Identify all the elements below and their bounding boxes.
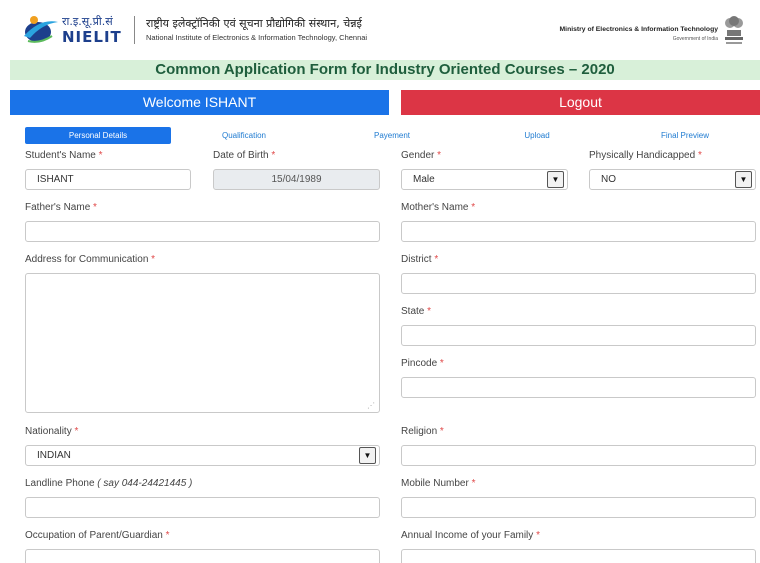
address-textarea[interactable]: ⋰: [25, 273, 380, 413]
logo-hindi-abbr: रा.इ.सू.प्री.सं: [62, 15, 113, 28]
required-marker: *: [536, 530, 540, 541]
resize-grip-icon[interactable]: ⋰: [367, 401, 375, 410]
site-header: रा.इ.सू.प्री.सं NIELIT राष्ट्रीय इलेक्ट्…: [0, 0, 760, 58]
national-emblem-icon: [725, 16, 743, 44]
district-label: District *: [401, 254, 438, 265]
ministry-name: Ministry of Electronics & Information Te…: [559, 26, 718, 33]
institute-name-english: National Institute of Electronics & Info…: [146, 33, 368, 42]
gender-label: Gender *: [401, 150, 441, 161]
tab-payment[interactable]: Payement: [356, 127, 428, 144]
occupation-label: Occupation of Parent/Guardian *: [25, 530, 170, 541]
handicapped-select[interactable]: NO ▼: [589, 169, 756, 190]
chevron-down-icon[interactable]: ▼: [547, 171, 564, 188]
gender-select-value: Male: [413, 174, 435, 185]
mobile-label: Mobile Number *: [401, 478, 476, 489]
required-marker: *: [439, 358, 444, 369]
mother-name-input[interactable]: [401, 221, 756, 242]
address-label: Address for Communication *: [25, 254, 155, 265]
required-marker: *: [697, 150, 702, 161]
pincode-label: Pincode *: [401, 358, 444, 369]
tab-qualification[interactable]: Qualification: [200, 127, 288, 144]
district-label-text: District: [401, 254, 432, 265]
landline-label-text: Landline Phone: [25, 478, 95, 489]
state-input[interactable]: [401, 325, 756, 346]
state-label-text: State: [401, 306, 425, 317]
mobile-input[interactable]: [401, 497, 756, 518]
tab-personal-details[interactable]: Personal Details: [25, 127, 171, 144]
landline-hint: ( say 044-24421445 ): [97, 478, 193, 489]
chevron-down-icon[interactable]: ▼: [359, 447, 376, 464]
mobile-label-text: Mobile Number: [401, 478, 469, 489]
landline-input[interactable]: [25, 497, 380, 518]
header-divider: [134, 16, 135, 44]
nationality-select-value: INDIAN: [37, 450, 71, 461]
mother-name-label: Mother's Name *: [401, 202, 475, 213]
required-marker: *: [434, 254, 439, 265]
required-marker: *: [165, 530, 170, 541]
occupation-label-text: Occupation of Parent/Guardian: [25, 530, 163, 541]
government-of-india: Government of India: [672, 36, 718, 42]
dob-input[interactable]: 15/04/1989: [213, 169, 380, 190]
nielit-swoosh-icon: [24, 16, 58, 43]
gender-select[interactable]: Male ▼: [401, 169, 568, 190]
annual-income-label: Annual Income of your Family *: [401, 530, 540, 541]
father-name-label: Father's Name *: [25, 202, 97, 213]
annual-income-input[interactable]: [401, 549, 756, 563]
form-title: Common Application Form for Industry Ori…: [10, 60, 760, 80]
nationality-select[interactable]: INDIAN ▼: [25, 445, 380, 466]
father-name-input[interactable]: [25, 221, 380, 242]
father-name-label-text: Father's Name: [25, 202, 91, 213]
required-marker: *: [437, 150, 442, 161]
annual-income-label-text: Annual Income of your Family: [401, 530, 534, 541]
dob-label: Date of Birth *: [213, 150, 275, 161]
required-marker: *: [98, 150, 103, 161]
pincode-label-text: Pincode: [401, 358, 438, 369]
landline-label: Landline Phone ( say 044-24421445 ): [25, 478, 192, 489]
required-marker: *: [471, 478, 476, 489]
handicapped-label-text: Physically Handicapped: [589, 150, 696, 161]
religion-label-text: Religion: [401, 426, 438, 437]
gender-label-text: Gender: [401, 150, 435, 161]
district-input[interactable]: [401, 273, 756, 294]
chevron-down-icon[interactable]: ▼: [735, 171, 752, 188]
tab-upload[interactable]: Upload: [505, 127, 569, 144]
dob-label-text: Date of Birth: [213, 150, 269, 161]
required-marker: *: [439, 426, 444, 437]
logo-abbr: NIELIT: [62, 28, 122, 46]
student-name-label: Student's Name *: [25, 150, 103, 161]
student-name-input[interactable]: ISHANT: [25, 169, 191, 190]
required-marker: *: [271, 150, 276, 161]
handicapped-label: Physically Handicapped *: [589, 150, 702, 161]
nationality-label: Nationality *: [25, 426, 78, 437]
state-label: State *: [401, 306, 431, 317]
religion-input[interactable]: [401, 445, 756, 466]
logout-button[interactable]: Logout: [401, 90, 760, 115]
required-marker: *: [151, 254, 156, 265]
handicapped-select-value: NO: [601, 174, 616, 185]
student-name-label-text: Student's Name: [25, 150, 96, 161]
nationality-label-text: Nationality: [25, 426, 72, 437]
occupation-input[interactable]: [25, 549, 380, 563]
institute-name-hindi: राष्ट्रीय इलेक्ट्रॉनिकी एवं सूचना प्रौद्…: [146, 17, 362, 30]
tab-final-preview[interactable]: Final Preview: [640, 127, 730, 144]
mother-name-label-text: Mother's Name: [401, 202, 469, 213]
required-marker: *: [93, 202, 97, 213]
welcome-button[interactable]: Welcome ISHANT: [10, 90, 389, 115]
required-marker: *: [427, 306, 432, 317]
address-label-text: Address for Communication: [25, 254, 149, 265]
nielit-logo[interactable]: रा.इ.सू.प्री.सं NIELIT: [22, 12, 132, 48]
pincode-input[interactable]: [401, 377, 756, 398]
required-marker: *: [471, 202, 476, 213]
required-marker: *: [74, 426, 79, 437]
religion-label: Religion *: [401, 426, 444, 437]
